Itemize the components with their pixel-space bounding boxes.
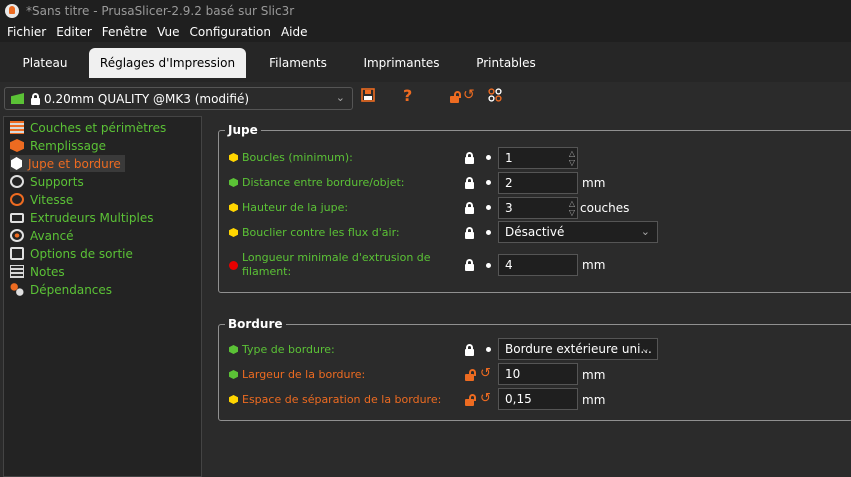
menu-fenetre[interactable]: Fenêtre — [102, 25, 147, 39]
tab-printables[interactable]: Printables — [470, 48, 542, 78]
supports-icon — [10, 175, 24, 188]
sidebar-item-couches[interactable]: Couches et périmètres — [10, 119, 166, 136]
question-mark-icon[interactable]: ? — [403, 86, 412, 105]
tab-imprimantes[interactable]: Imprimantes — [358, 48, 445, 78]
bordure-group-title: Bordure — [225, 317, 286, 331]
system-value-lock-icon[interactable] — [465, 152, 474, 164]
menu-vue[interactable]: Vue — [157, 25, 179, 39]
system-value-lock-icon[interactable] — [465, 227, 474, 239]
infill-icon — [10, 139, 24, 152]
settings-category-list: Couches et périmètres Remplissage Jupe e… — [3, 116, 202, 477]
system-value-lock-icon[interactable] — [465, 344, 474, 356]
modified-unlock-icon[interactable] — [465, 369, 476, 381]
sidebar-item-notes[interactable]: Notes — [10, 263, 65, 280]
brim-width-input[interactable]: 10 — [498, 363, 578, 385]
title-bar: *Sans titre - PrusaSlicer-2.9.2 basé sur… — [0, 0, 851, 22]
skirt-height-spinner[interactable]: 3 △ ▽ — [498, 197, 578, 219]
skirt-loops-spinner[interactable]: 1 △ ▽ — [498, 147, 578, 169]
unit-label: mm — [582, 368, 606, 382]
chevron-down-icon: ⌄ — [640, 225, 650, 238]
brim-separation-input[interactable]: 0,15 — [498, 388, 578, 410]
menu-bar: Fichier Editer Fenêtre Vue Configuration… — [0, 22, 851, 42]
output-icon — [10, 247, 24, 260]
system-preset-flag-icon — [11, 93, 24, 104]
draft-shield-select[interactable]: Désactivé ⌄ — [498, 221, 658, 243]
min-extrusion-input[interactable]: 4 — [498, 254, 578, 276]
advanced-icon — [10, 229, 24, 242]
undo-icon[interactable]: ↺ — [480, 366, 491, 381]
preset-name: 0.20mm QUALITY @MK3 (modifié) — [44, 91, 250, 106]
sidebar-item-avance[interactable]: Avancé — [10, 227, 74, 244]
skirt-height-label: Hauteur de la jupe: — [242, 201, 349, 214]
skirt-loops-label: Boucles (minimum): — [242, 151, 353, 164]
sidebar-item-extrudeurs[interactable]: Extrudeurs Multiples — [10, 209, 153, 226]
system-value-lock-icon[interactable] — [465, 202, 474, 214]
layers-icon — [10, 121, 24, 134]
jupe-group-title: Jupe — [225, 123, 261, 137]
brim-separation-label: Espace de séparation de la bordure: — [242, 393, 442, 406]
bullet-icon — [486, 347, 491, 352]
system-value-lock-icon[interactable] — [465, 259, 474, 271]
sidebar-item-vitesse[interactable]: Vitesse — [10, 191, 73, 208]
brim-type-select[interactable]: Bordure extérieure uni... ⌄ — [498, 338, 658, 360]
system-value-lock-icon[interactable] — [465, 177, 474, 189]
bullet-icon — [486, 230, 491, 235]
draft-shield-label: Bouclier contre les flux d'air: — [242, 226, 400, 239]
preset-lock-icon — [31, 93, 40, 105]
dependencies-icon — [10, 283, 24, 296]
tab-plateau[interactable]: Plateau — [12, 48, 78, 78]
skirt-icon — [11, 157, 22, 170]
menu-configuration[interactable]: Configuration — [190, 25, 271, 39]
modified-unlock-icon[interactable] — [465, 394, 476, 406]
sidebar-item-options-sortie[interactable]: Options de sortie — [10, 245, 133, 262]
sidebar-item-jupe-bordure[interactable]: Jupe et bordure — [10, 155, 125, 172]
save-icon[interactable] — [361, 88, 375, 106]
unit-label: mm — [582, 393, 606, 407]
undo-icon[interactable]: ↺ — [463, 87, 475, 103]
sidebar-item-remplissage[interactable]: Remplissage — [10, 137, 106, 154]
main-tab-bar: Plateau Réglages d'Impression Filaments … — [0, 42, 851, 82]
unit-label: mm — [582, 258, 606, 272]
menu-editer[interactable]: Editer — [56, 25, 92, 39]
unit-label: mm — [582, 176, 606, 190]
menu-fichier[interactable]: Fichier — [7, 25, 46, 39]
prusaslicer-logo-icon — [5, 4, 19, 18]
min-extrusion-label: Longueur minimale d'extrusion de filament… — [242, 251, 431, 278]
notes-icon — [10, 265, 24, 278]
compare-icon[interactable] — [488, 88, 502, 106]
chevron-down-icon: ⌄ — [640, 342, 650, 355]
sidebar-item-supports[interactable]: Supports — [10, 173, 84, 190]
bullet-icon — [486, 180, 491, 185]
preset-toolbar: 0.20mm QUALITY @MK3 (modifié) ⌄ ? ↺ — [0, 84, 851, 114]
bullet-icon — [486, 155, 491, 160]
tab-reglages-impression[interactable]: Réglages d'Impression — [89, 48, 246, 78]
chevron-down-icon: ⌄ — [335, 91, 345, 104]
brim-type-label: Type de bordure: — [242, 343, 335, 356]
menu-aide[interactable]: Aide — [281, 25, 308, 39]
bullet-icon — [486, 205, 491, 210]
skirt-distance-label: Distance entre bordure/objet: — [242, 176, 405, 189]
speed-icon — [10, 193, 24, 206]
bullet-icon — [486, 263, 491, 268]
sidebar-item-dependances[interactable]: Dépendances — [10, 281, 112, 298]
tab-filaments[interactable]: Filaments — [260, 48, 336, 78]
multi-extruder-icon — [10, 212, 24, 223]
print-preset-select[interactable]: 0.20mm QUALITY @MK3 (modifié) ⌄ — [4, 87, 353, 110]
unit-label: couches — [580, 201, 630, 215]
expert-mode-icon — [229, 261, 238, 270]
undo-icon[interactable]: ↺ — [480, 391, 491, 406]
window-title: *Sans titre - PrusaSlicer-2.9.2 basé sur… — [26, 4, 295, 18]
unlock-icon[interactable] — [450, 91, 461, 103]
brim-width-label: Largeur de la bordure: — [242, 368, 366, 381]
skirt-distance-input[interactable]: 2 — [498, 172, 578, 194]
